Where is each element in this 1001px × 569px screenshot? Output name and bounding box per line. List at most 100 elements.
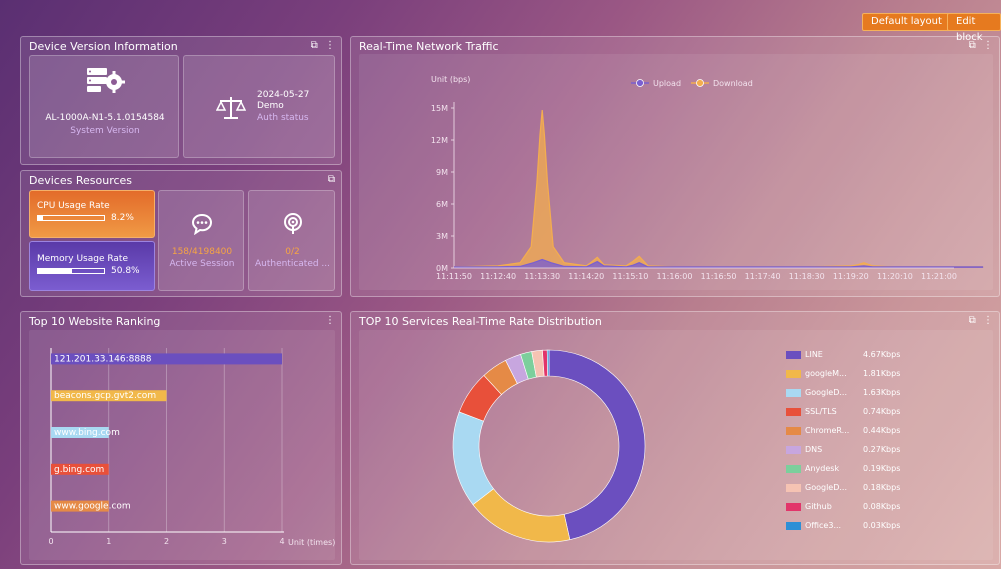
bar-label: 121.201.33.146:8888 (54, 354, 152, 364)
ranking-chart: 121.201.33.146:8888 beacons.gcp.gvt2.com w… (48, 348, 335, 547)
more-menu-icon[interactable]: ⋮ (325, 40, 335, 51)
broadcast-icon (284, 213, 302, 234)
legend-label: Office3... (805, 521, 842, 530)
legend-swatch (786, 351, 801, 359)
cpu-usage-bar-fill (38, 216, 44, 220)
y-axis-label: Unit (bps) (431, 75, 470, 84)
legend-swatch (786, 522, 801, 530)
legend-item[interactable]: SSL/TLS 0.74Kbps (786, 407, 966, 419)
more-menu-icon[interactable]: ⋮ (983, 315, 993, 326)
y-tick-label: 6M (436, 200, 448, 209)
x-tick-label: 4 (279, 537, 284, 546)
legend-label: DNS (805, 445, 823, 454)
x-tick-label: 11:16:50 (701, 272, 737, 281)
panel-title: Top 10 Website Ranking (29, 315, 161, 328)
authenticated-users-value: 0/2 (285, 247, 300, 257)
traffic-chart-area: Upload Download Unit (bps) 15M 12M 9M 6M 3M 0M… (359, 54, 993, 290)
active-session-card: 158/4198400 Active Session (158, 190, 244, 291)
auth-type: Demo (257, 101, 284, 111)
bar-label: www.google.com (54, 502, 131, 512)
open-external-icon[interactable]: ⧉ (328, 174, 335, 185)
auth-status-card: 2024-05-27 Demo Auth status (183, 55, 335, 158)
legend-label[interactable]: Download (713, 79, 753, 88)
legend-label: Anydesk (805, 464, 840, 473)
y-tick-label: 9M (436, 168, 448, 177)
default-layout-button[interactable]: Default layout (862, 13, 951, 31)
open-external-icon[interactable]: ⧉ (969, 40, 976, 51)
edit-block-button[interactable]: Edit block (947, 13, 1001, 43)
legend-value: 0.08Kbps (863, 502, 901, 511)
x-tick-label: 0 (48, 537, 53, 546)
legend-value: 0.44Kbps (863, 426, 901, 435)
legend-item[interactable]: GoogleD... 1.63Kbps (786, 388, 966, 400)
active-session-label: Active Session (169, 259, 235, 269)
legend-value: 0.18Kbps (863, 483, 901, 492)
donut-slice[interactable] (546, 349, 550, 377)
open-external-icon[interactable]: ⧉ (311, 40, 318, 51)
legend-item[interactable]: GoogleD... 0.18Kbps (786, 483, 966, 495)
more-menu-icon[interactable]: ⋮ (325, 315, 335, 326)
y-axis-ticks: 15M12M9M6M3M0M (431, 102, 455, 273)
legend-swatch (786, 465, 801, 473)
legend-swatch (786, 503, 801, 511)
bar-label: beacons.gcp.gvt2.com (54, 391, 156, 401)
x-axis-ticks: 11:11:50 11:12:40 11:13:30 11:14:20 11:15:10… (436, 272, 957, 281)
x-tick-label: 11:11:50 (436, 272, 472, 281)
legend-swatch (786, 427, 801, 435)
bar-label: www.bing.com (54, 428, 120, 438)
x-tick-label: 11:18:30 (789, 272, 825, 281)
memory-usage-bar-fill (38, 269, 72, 273)
x-tick-label: 2 (164, 537, 169, 546)
series-area-download (454, 110, 984, 268)
panel-title: TOP 10 Services Real-Time Rate Distribut… (359, 315, 602, 328)
legend-marker (696, 79, 704, 87)
donut-slice[interactable] (452, 411, 494, 506)
network-traffic-panel: Real-Time Network Traffic ⧉ ⋮ Upload Down… (350, 36, 1000, 297)
legend-item[interactable]: Office3... 0.03Kbps (786, 521, 966, 533)
legend-item[interactable]: LINE 4.67Kbps (786, 350, 966, 362)
legend-item[interactable]: ChromeR... 0.44Kbps (786, 426, 966, 438)
more-menu-icon[interactable]: ⋮ (983, 40, 993, 51)
legend-label: GoogleD... (805, 483, 847, 492)
memory-usage-card: Memory Usage Rate 50.8% (29, 241, 155, 291)
memory-usage-bar (37, 268, 105, 274)
legend-label: Github (805, 502, 832, 511)
open-external-icon[interactable]: ⧉ (969, 315, 976, 326)
donut-slice[interactable] (472, 488, 571, 543)
x-tick-label: 11:16:00 (656, 272, 692, 281)
services-distribution-panel: TOP 10 Services Real-Time Rate Distribut… (350, 311, 1000, 565)
legend-swatch (786, 389, 801, 397)
bar-label: g.bing.com (54, 465, 104, 475)
server-gear-icon (87, 68, 125, 93)
legend-label[interactable]: Upload (653, 79, 681, 88)
top-toolbar: Default layout Edit block (0, 0, 1001, 43)
devices-resources-panel: Devices Resources ⧉ CPU Usage Rate 8.2% … (20, 170, 342, 297)
system-version-label: System Version (70, 126, 140, 136)
legend-label: GoogleD... (805, 388, 847, 397)
legend-item[interactable]: DNS 0.27Kbps (786, 445, 966, 457)
website-ranking-panel: Top 10 Website Ranking ⋮ 121.201.33.146:… (20, 311, 342, 565)
legend-value: 0.74Kbps (863, 407, 901, 416)
donut-slice[interactable] (548, 349, 646, 541)
x-tick-label: 11:14:20 (568, 272, 604, 281)
legend-swatch (786, 408, 801, 416)
x-tick-label: 3 (222, 537, 227, 546)
legend-value: 0.19Kbps (863, 464, 901, 473)
legend-item[interactable]: Anydesk 0.19Kbps (786, 464, 966, 476)
system-version-card: AL-1000A-N1-5.1.0154584 System Version (29, 55, 179, 158)
x-tick-label: 11:19:20 (833, 272, 869, 281)
x-tick-label: 11:13:30 (524, 272, 560, 281)
legend-item[interactable]: googleM... 1.81Kbps (786, 369, 966, 381)
memory-usage-value: 50.8% (111, 266, 140, 276)
legend-label: LINE (805, 350, 823, 359)
legend-item[interactable]: Github 0.08Kbps (786, 502, 966, 514)
x-axis-label: Unit (times) (288, 538, 335, 547)
cpu-usage-card: CPU Usage Rate 8.2% (29, 190, 155, 238)
panel-tools: ⋮ (325, 315, 335, 326)
legend-label: ChromeR... (805, 426, 850, 435)
panel-tools: ⧉ (328, 174, 335, 185)
balance-scale-icon (216, 97, 246, 119)
panel-title: Devices Resources (29, 174, 133, 187)
chart-legend: Upload Download (631, 79, 753, 88)
legend-value: 4.67Kbps (863, 350, 901, 359)
